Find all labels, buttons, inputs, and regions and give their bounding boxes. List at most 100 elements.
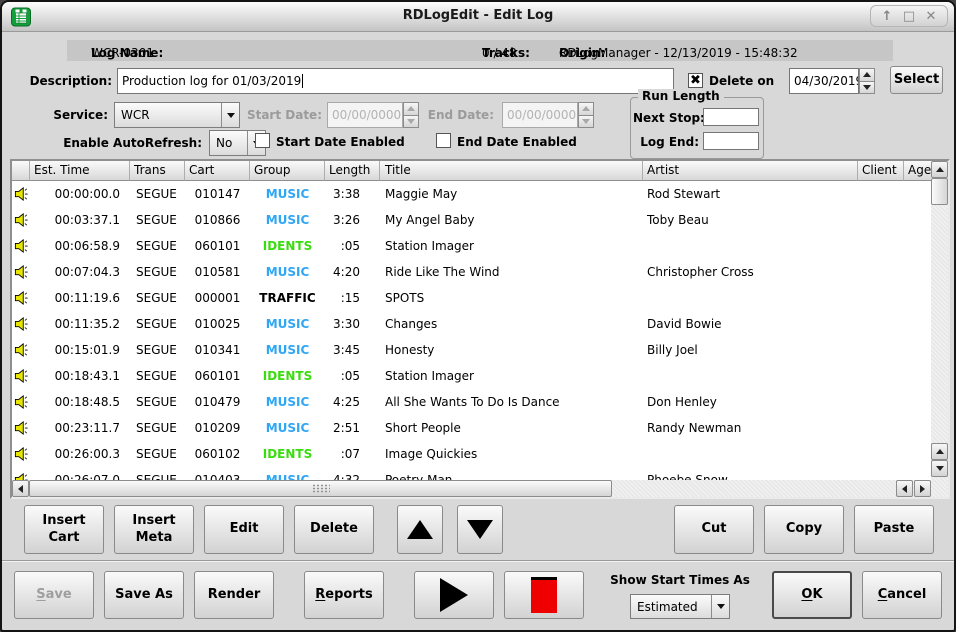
cell-cart: 010403 (185, 467, 250, 480)
delete-on-date-input[interactable]: 04/30/2019 (789, 68, 859, 94)
cell-trans: SEGUE (130, 337, 185, 363)
scroll-up-icon[interactable] (931, 443, 948, 460)
chevron-down-icon (221, 103, 239, 127)
horizontal-scrollbar-thumb[interactable] (29, 480, 612, 497)
play-button[interactable] (414, 571, 494, 619)
table-row[interactable]: 00:23:11.7 SEGUE 010209 MUSIC 2:51 Short… (12, 415, 931, 441)
rdlogedit-window: RDLogEdit - Edit Log ↑ □ ✕ Log Name: WCR… (0, 0, 956, 632)
cell-title: All She Wants To Do Is Dance (380, 389, 643, 415)
table-row[interactable]: 00:18:43.1 SEGUE 060101 IDENTS :05 Stati… (12, 363, 931, 389)
column-header-icon[interactable] (12, 161, 30, 181)
start-date-enabled-label: Start Date Enabled (276, 135, 405, 149)
end-date-spinner (578, 102, 594, 128)
scroll-left-icon[interactable] (896, 480, 913, 497)
cell-est-time: 00:07:04.3 (30, 259, 130, 285)
cell-length: :05 (325, 233, 380, 259)
column-header-cart[interactable]: Cart (185, 161, 250, 181)
select-date-button[interactable]: Select (890, 66, 943, 94)
stop-button[interactable] (504, 571, 584, 619)
delete-on-checkbox[interactable] (688, 73, 703, 88)
copy-button[interactable]: Copy (764, 505, 844, 554)
column-header-group[interactable]: Group (250, 161, 325, 181)
edit-button[interactable]: Edit (204, 505, 284, 554)
render-button[interactable]: Render (194, 571, 274, 619)
spin-down-icon[interactable] (859, 82, 875, 95)
cut-button[interactable]: Cut (674, 505, 754, 554)
table-row[interactable]: 00:03:37.1 SEGUE 010866 MUSIC 3:26 My An… (12, 207, 931, 233)
cell-length: 3:30 (325, 311, 380, 337)
cell-cart: 010147 (185, 181, 250, 207)
speaker-icon (12, 389, 30, 415)
table-row[interactable]: 00:11:35.2 SEGUE 010025 MUSIC 3:30 Chang… (12, 311, 931, 337)
cell-length: 4:20 (325, 259, 380, 285)
table-row[interactable]: 00:00:00.0 SEGUE 010147 MUSIC 3:38 Maggi… (12, 181, 931, 207)
table-row[interactable]: 00:11:19.6 SEGUE 000001 TRAFFIC :15 SPOT… (12, 285, 931, 311)
insert-meta-button[interactable]: Insert Meta (114, 505, 194, 554)
cell-group: IDENTS (250, 233, 325, 259)
table-row[interactable]: 00:07:04.3 SEGUE 010581 MUSIC 4:20 Ride … (12, 259, 931, 285)
end-date-input[interactable]: 00/00/0000 (502, 102, 578, 128)
cell-title: Changes (380, 311, 643, 337)
cell-title: Station Imager (380, 363, 643, 389)
vertical-scrollbar (931, 161, 948, 497)
maximize-icon[interactable]: □ (900, 7, 918, 25)
down-arrow-icon (467, 520, 493, 539)
scroll-up-icon[interactable] (931, 161, 948, 178)
cell-client (858, 285, 904, 311)
start-date-input[interactable]: 00/00/0000 (327, 102, 403, 128)
description-input[interactable]: Production log for 01/03/2019 (117, 68, 674, 94)
spin-up-icon[interactable] (403, 102, 419, 116)
cell-cart: 060101 (185, 363, 250, 389)
end-date-enabled-checkbox[interactable] (436, 133, 451, 148)
service-combobox[interactable]: WCR (114, 102, 240, 128)
start-date-enabled-checkbox[interactable] (255, 133, 270, 148)
spin-down-icon[interactable] (403, 116, 419, 129)
cell-client (858, 259, 904, 285)
cancel-button[interactable]: Cancel (862, 571, 942, 619)
table-row[interactable]: 00:06:58.9 SEGUE 060101 IDENTS :05 Stati… (12, 233, 931, 259)
log-info-bar: Log Name: WCR-0301 Tracks: 0 / 48 Origin… (67, 40, 893, 61)
shade-icon[interactable]: ↑ (878, 7, 896, 25)
insert-cart-button[interactable]: Insert Cart (24, 505, 104, 554)
close-icon[interactable]: ✕ (922, 7, 940, 25)
column-header-client[interactable]: Client (858, 161, 904, 181)
vertical-scrollbar-thumb[interactable] (931, 178, 948, 205)
log-name-value: WCR-0301 (91, 46, 154, 60)
cell-client (858, 311, 904, 337)
paste-button[interactable]: Paste (854, 505, 934, 554)
table-row[interactable]: 00:26:07.0 SEGUE 010403 MUSIC 4:32 Poetr… (12, 467, 931, 480)
spin-up-icon[interactable] (859, 68, 875, 82)
cell-client (858, 233, 904, 259)
column-header-age[interactable]: Age (904, 161, 931, 181)
cell-length: 2:51 (325, 415, 380, 441)
column-header-est-time[interactable]: Est. Time (30, 161, 130, 181)
save-button[interactable]: Save (14, 571, 94, 619)
spin-down-icon[interactable] (578, 116, 594, 129)
column-header-artist[interactable]: Artist (643, 161, 858, 181)
cell-client (858, 389, 904, 415)
cell-cart: 010479 (185, 389, 250, 415)
cell-est-time: 00:26:07.0 (30, 467, 130, 480)
cell-title: My Angel Baby (380, 207, 643, 233)
scroll-left-icon[interactable] (12, 480, 29, 497)
table-row[interactable]: 00:26:00.3 SEGUE 060102 IDENTS :07 Image… (12, 441, 931, 467)
start-times-combobox[interactable]: Estimated (630, 594, 730, 619)
cell-group: MUSIC (250, 389, 325, 415)
reports-button[interactable]: Reports (304, 571, 384, 619)
column-header-trans[interactable]: Trans (130, 161, 185, 181)
move-up-button[interactable] (397, 505, 443, 554)
delete-button[interactable]: Delete (294, 505, 374, 554)
spin-up-icon[interactable] (578, 102, 594, 116)
column-header-length[interactable]: Length (325, 161, 380, 181)
table-row[interactable]: 00:18:48.5 SEGUE 010479 MUSIC 4:25 All S… (12, 389, 931, 415)
ok-button[interactable]: OK (772, 571, 852, 619)
scroll-right-icon[interactable] (914, 480, 931, 497)
cell-est-time: 00:00:00.0 (30, 181, 130, 207)
move-down-button[interactable] (457, 505, 503, 554)
table-row[interactable]: 00:15:01.9 SEGUE 010341 MUSIC 3:45 Hones… (12, 337, 931, 363)
save-as-button[interactable]: Save As (104, 571, 184, 619)
cell-age (904, 415, 931, 441)
cell-trans: SEGUE (130, 415, 185, 441)
column-header-title[interactable]: Title (380, 161, 643, 181)
scroll-down-icon[interactable] (931, 460, 948, 477)
